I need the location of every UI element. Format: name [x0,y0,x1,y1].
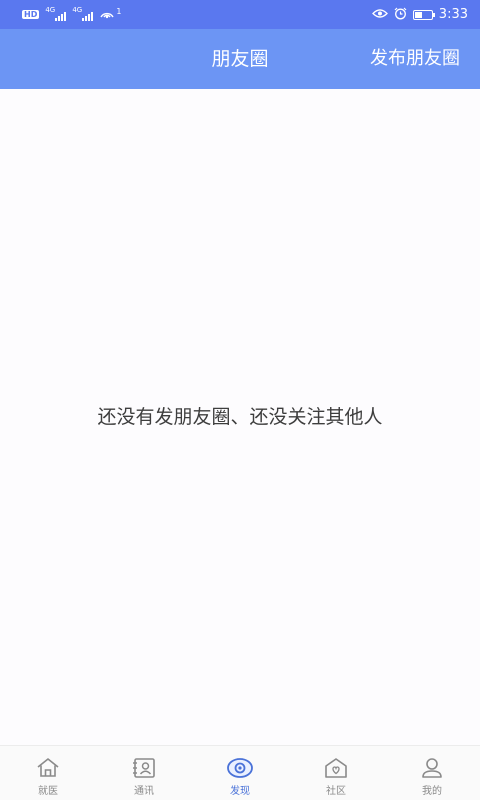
discover-icon [227,758,253,778]
nav-item-label: 我的 [422,786,442,797]
nav-item-discover[interactable]: 发现 [192,746,288,800]
status-bar-right: 3:33 [371,7,468,23]
signal-icon: 4G [72,5,94,21]
nav-item-label: 发现 [230,786,250,797]
battery-icon [412,9,435,20]
alarm-icon [394,7,407,23]
nav-item-profile[interactable]: 我的 [384,746,480,800]
moments-feed[interactable]: 还没有发朋友圈、还没关注其他人 [0,89,480,746]
bottom-navigation: 就医 通讯 发现 社区 我的 [0,745,480,800]
empty-state-message: 还没有发朋友圈、还没关注其他人 [97,406,383,428]
community-icon [325,758,347,778]
nav-item-contacts[interactable]: 通讯 [96,746,192,800]
network-type-label: 4G [72,5,83,14]
hotspot-count: 1 [116,7,122,16]
nav-item-label: 通讯 [134,786,154,797]
home-icon [37,758,59,777]
signal-icon: 4G [45,5,67,21]
contacts-icon [133,758,155,778]
status-time: 3:33 [438,7,468,22]
network-type-label: 4G [45,5,56,14]
nav-item-label: 就医 [38,786,58,797]
nav-item-medical[interactable]: 就医 [0,746,96,800]
profile-icon [422,758,442,778]
nav-item-label: 社区 [326,786,346,797]
post-moments-button[interactable]: 发布朋友圈 [370,29,460,89]
app-header: 朋友圈 发布朋友圈 [0,29,480,89]
eye-icon [371,8,388,22]
screen: HD 4G 4G 1 3:33 朋友圈 发布朋友圈 还没有发朋友圈、还没关注其他… [0,0,480,800]
battery-level [414,11,422,18]
hd-icon: HD [22,10,40,19]
status-bar-left: HD 4G 4G 1 [22,5,122,22]
status-bar: HD 4G 4G 1 3:33 [0,0,480,29]
nav-item-community[interactable]: 社区 [288,746,384,800]
hotspot-icon [99,7,115,22]
